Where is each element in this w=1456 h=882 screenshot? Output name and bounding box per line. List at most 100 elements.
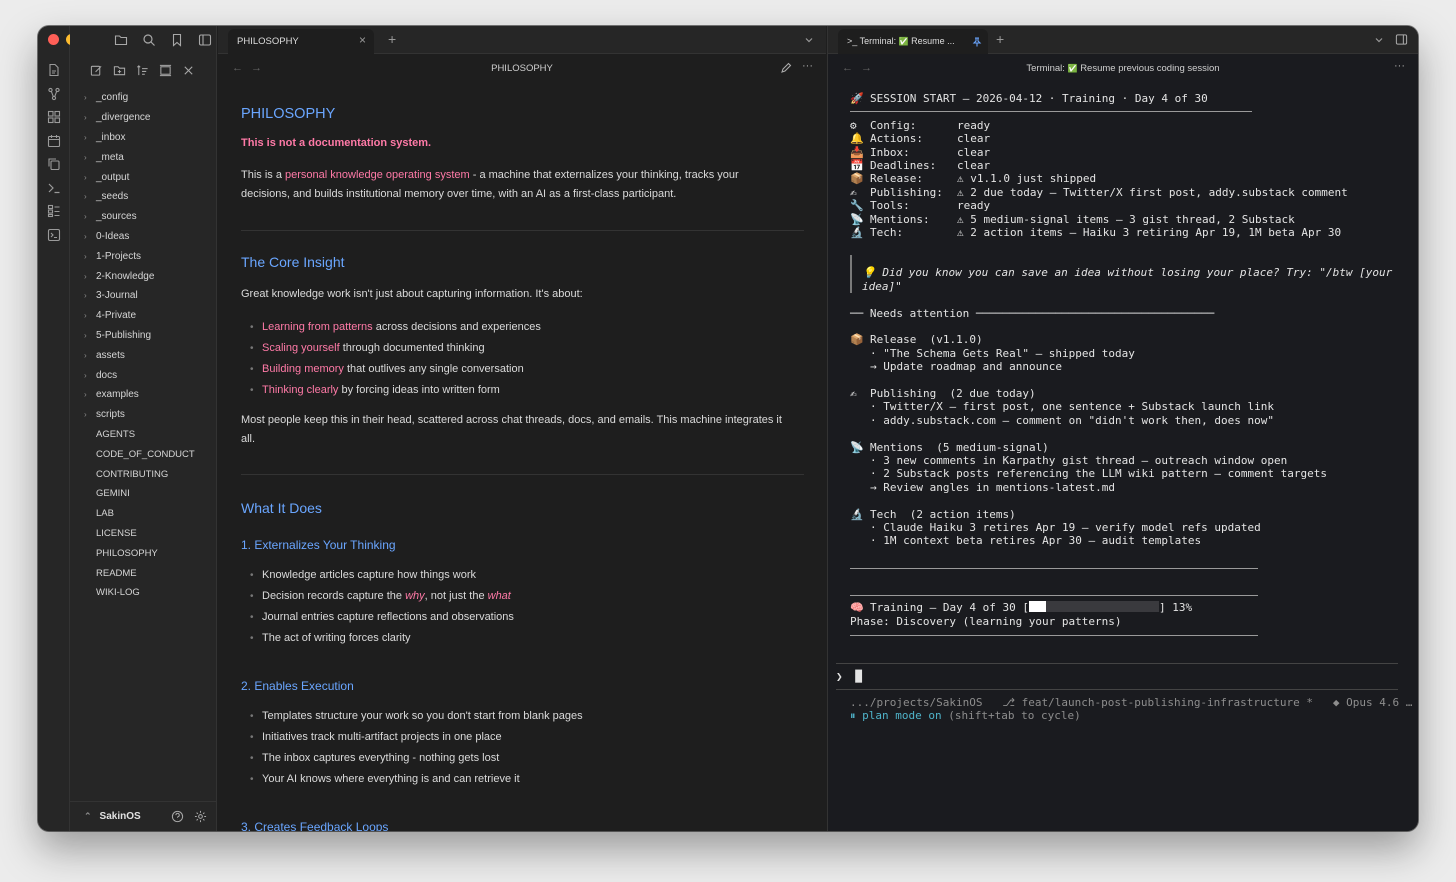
tree-file[interactable]: LAB [70, 504, 216, 524]
calendar-icon[interactable] [47, 134, 61, 148]
search-icon[interactable] [142, 33, 156, 47]
tree-folder[interactable]: › examples [70, 385, 216, 405]
tree-file[interactable]: WIKI-LOG [70, 583, 216, 603]
list-item-text: , not just the [424, 590, 488, 602]
prompt-rule [836, 663, 1398, 664]
terminal-line: 📅 Deadlines: clear [850, 159, 1392, 172]
rule-prefix: ── [850, 306, 870, 320]
pin-icon[interactable] [972, 37, 982, 47]
close-window-button[interactable] [48, 34, 59, 45]
tree-file[interactable]: AGENTS [70, 425, 216, 445]
status-icon: 📅 [850, 159, 864, 173]
more-options-icon[interactable]: ··· [1394, 60, 1405, 72]
status-key: Tech: [870, 226, 904, 240]
status-value: ⚠ 5 medium-signal items — 3 gist thread,… [957, 212, 1295, 226]
terminal-status-bar: .../projects/SakinOS ⎇ feat/launch-post-… [850, 696, 1412, 723]
tree-file[interactable]: CODE_OF_CONDUCT [70, 444, 216, 464]
tree-folder[interactable]: › 1-Projects [70, 246, 216, 266]
tree-file[interactable]: README [70, 563, 216, 583]
vault-switcher[interactable]: ⌃ SakinOS [70, 801, 217, 831]
chevron-right-icon: › [84, 271, 87, 281]
tree-folder[interactable]: › _output [70, 167, 216, 187]
tree-file[interactable]: LICENSE [70, 524, 216, 544]
sort-icon[interactable] [136, 64, 149, 77]
new-note-icon[interactable] [90, 64, 103, 77]
rule-suffix: ──────────────────────────────────── [969, 306, 1215, 320]
tree-folder[interactable]: › _divergence [70, 108, 216, 128]
sidebar-toggle-icon[interactable] [198, 33, 212, 47]
terminal-header-label: Terminal: [1026, 63, 1065, 74]
help-icon[interactable] [171, 810, 184, 823]
collapse-icon[interactable] [159, 64, 172, 77]
list-item-text: across decisions and experiences [372, 321, 541, 333]
tab-terminal[interactable]: >_ Terminal: ✅ Resume ... [838, 29, 988, 54]
tab-philosophy[interactable]: PHILOSOPHY × [228, 29, 374, 54]
list-item: Learning from patterns across decisions … [241, 317, 541, 338]
chevron-right-icon: › [84, 212, 87, 222]
dashboard-icon[interactable] [47, 204, 61, 218]
training-progress-bar [1028, 601, 1159, 613]
new-tab-button[interactable]: + [388, 31, 396, 47]
bookmark-icon[interactable] [170, 33, 184, 47]
git-branch: ⎇ feat/launch-post-publishing-infrastruc… [1002, 696, 1314, 709]
tree-folder[interactable]: › 4-Private [70, 306, 216, 326]
tree-folder[interactable]: › 3-Journal [70, 286, 216, 306]
section-line: · "The Schema Gets Real" — shipped today [870, 346, 1135, 360]
rule [850, 568, 1258, 569]
note-pane: PHILOSOPHY × + ←→ PHILOSOPHY ··· PHILOSO… [218, 26, 826, 831]
status-icon: 🔧 [850, 199, 864, 213]
tree-folder[interactable]: › scripts [70, 405, 216, 425]
tree-folder[interactable]: › docs [70, 365, 216, 385]
chevron-right-icon: › [84, 350, 87, 360]
section-title: Release (v1.1.0) [870, 333, 983, 347]
list-item-text: The act of writing forces clarity [262, 632, 411, 644]
canvas-icon[interactable] [47, 110, 61, 124]
tree-item-label: 0-Ideas [96, 230, 130, 242]
chevron-right-icon: › [84, 251, 87, 261]
terminal-pane: >_ Terminal: ✅ Resume ... + ←→ Terminal:… [827, 26, 1418, 831]
tree-folder[interactable]: › 2-Knowledge [70, 266, 216, 286]
tree-item-label: _sources [96, 211, 137, 223]
section-line: · 3 new comments in Karpathy gist thread… [870, 453, 1288, 467]
tree-item-label: LICENSE [96, 527, 137, 539]
tree-folder[interactable]: › _inbox [70, 128, 216, 148]
tree-file[interactable]: CONTRIBUTING [70, 464, 216, 484]
close-all-icon[interactable] [182, 64, 195, 77]
terminal-view-title: Terminal: ✅ Resume previous coding sessi… [828, 63, 1418, 74]
list-item: Decision records capture the why, not ju… [241, 586, 514, 607]
edit-pencil-icon[interactable] [780, 62, 792, 74]
core-outro-text-2: all. [241, 433, 256, 445]
terminal-icon[interactable] [47, 181, 61, 195]
tree-folder[interactable]: › _meta [70, 147, 216, 167]
new-terminal-tab-button[interactable]: + [996, 31, 1004, 47]
new-folder-icon[interactable] [113, 64, 126, 77]
chevron-right-icon: › [84, 113, 87, 123]
graph-icon[interactable] [47, 87, 61, 101]
folder-icon[interactable] [114, 33, 128, 47]
tree-file[interactable]: PHILOSOPHY [70, 543, 216, 563]
training-label: Training — Day 4 of 30 [ [870, 601, 1029, 615]
chevron-down-icon[interactable] [1374, 35, 1384, 45]
list-item-text: Journal entries capture reflections and … [262, 611, 514, 623]
tree-folder[interactable]: › 5-Publishing [70, 326, 216, 346]
command-icon[interactable] [47, 228, 61, 242]
tree-folder[interactable]: › assets [70, 345, 216, 365]
core-outro: Most people keep this in their head, sca… [241, 411, 804, 449]
tree-folder[interactable]: › _seeds [70, 187, 216, 207]
tree-folder[interactable]: › _config [70, 88, 216, 108]
close-tab-icon[interactable]: × [359, 33, 366, 47]
tree-file[interactable]: GEMINI [70, 484, 216, 504]
more-options-icon[interactable]: ··· [802, 60, 813, 72]
tree-folder[interactable]: › _sources [70, 207, 216, 227]
tree-folder[interactable]: › 0-Ideas [70, 227, 216, 247]
prompt-input[interactable]: ❯ █ [836, 670, 862, 683]
terminal-line: ✍ Publishing (2 due today) [850, 387, 1392, 400]
settings-gear-icon[interactable] [194, 810, 207, 823]
copy-icon[interactable] [47, 157, 61, 171]
sidebar-toggle-icon[interactable] [1395, 33, 1408, 46]
chevron-down-icon[interactable] [804, 35, 814, 45]
terminal-output[interactable]: 🚀 SESSION START — 2026-04-12 · Training ·… [850, 92, 1392, 628]
file-icon[interactable] [47, 63, 61, 77]
